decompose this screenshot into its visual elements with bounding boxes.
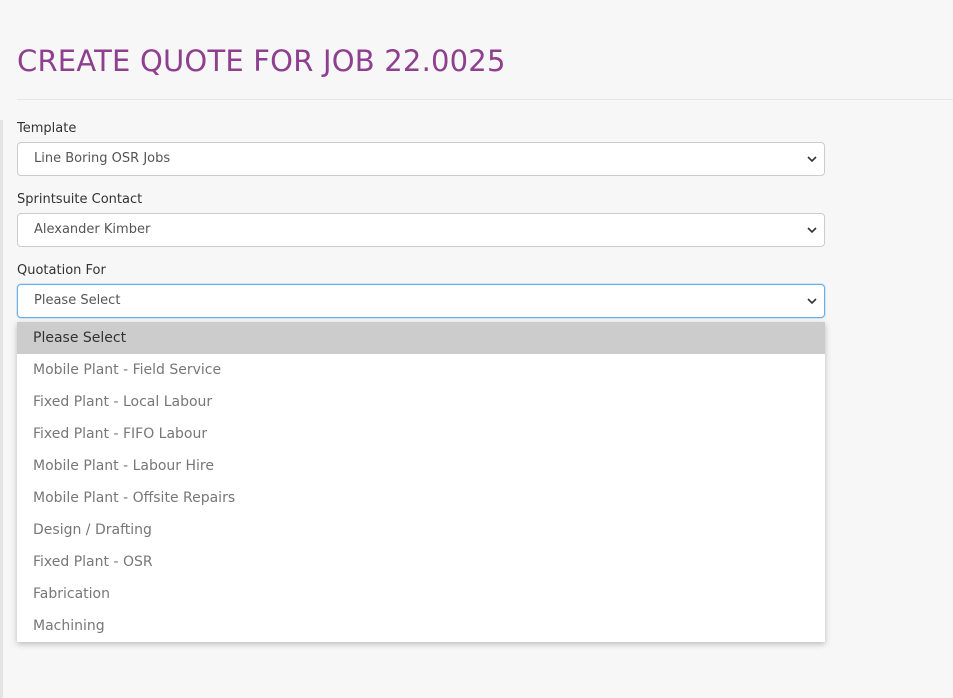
chevron-down-icon (807, 227, 817, 234)
quotation-for-select-value: Please Select (34, 293, 121, 308)
dropdown-option[interactable]: Fixed Plant - FIFO Labour (17, 418, 825, 450)
dropdown-option[interactable]: Mobile Plant - Labour Hire (17, 450, 825, 482)
dropdown-option[interactable]: Fixed Plant - OSR (17, 546, 825, 578)
template-select-value: Line Boring OSR Jobs (34, 151, 171, 166)
dropdown-option[interactable]: Mobile Plant - Offsite Repairs (17, 482, 825, 514)
dropdown-option[interactable]: Please Select (17, 322, 825, 354)
dropdown-option[interactable]: Mobile Plant - Field Service (17, 354, 825, 386)
dropdown-option[interactable]: Fixed Plant - Local Labour (17, 386, 825, 418)
template-select[interactable]: Line Boring OSR Jobs (17, 142, 825, 176)
title-divider (17, 99, 953, 100)
contact-select[interactable]: Alexander Kimber (17, 213, 825, 247)
quotation-for-label: Quotation For (17, 263, 106, 278)
dropdown-option[interactable]: Fabrication (17, 578, 825, 610)
create-quote-page: CREATE QUOTE FOR JOB 22.0025 Template Li… (0, 0, 953, 698)
left-edge-strip (0, 120, 3, 698)
contact-select-value: Alexander Kimber (34, 222, 151, 237)
quotation-for-dropdown: Please Select Mobile Plant - Field Servi… (17, 322, 825, 642)
quotation-for-select[interactable]: Please Select (17, 284, 825, 318)
chevron-down-icon (807, 298, 817, 305)
page-title: CREATE QUOTE FOR JOB 22.0025 (17, 44, 506, 78)
dropdown-option[interactable]: Design / Drafting (17, 514, 825, 546)
dropdown-option[interactable]: Machining (17, 610, 825, 642)
template-label: Template (17, 121, 77, 136)
chevron-down-icon (807, 156, 817, 163)
contact-label: Sprintsuite Contact (17, 192, 143, 207)
